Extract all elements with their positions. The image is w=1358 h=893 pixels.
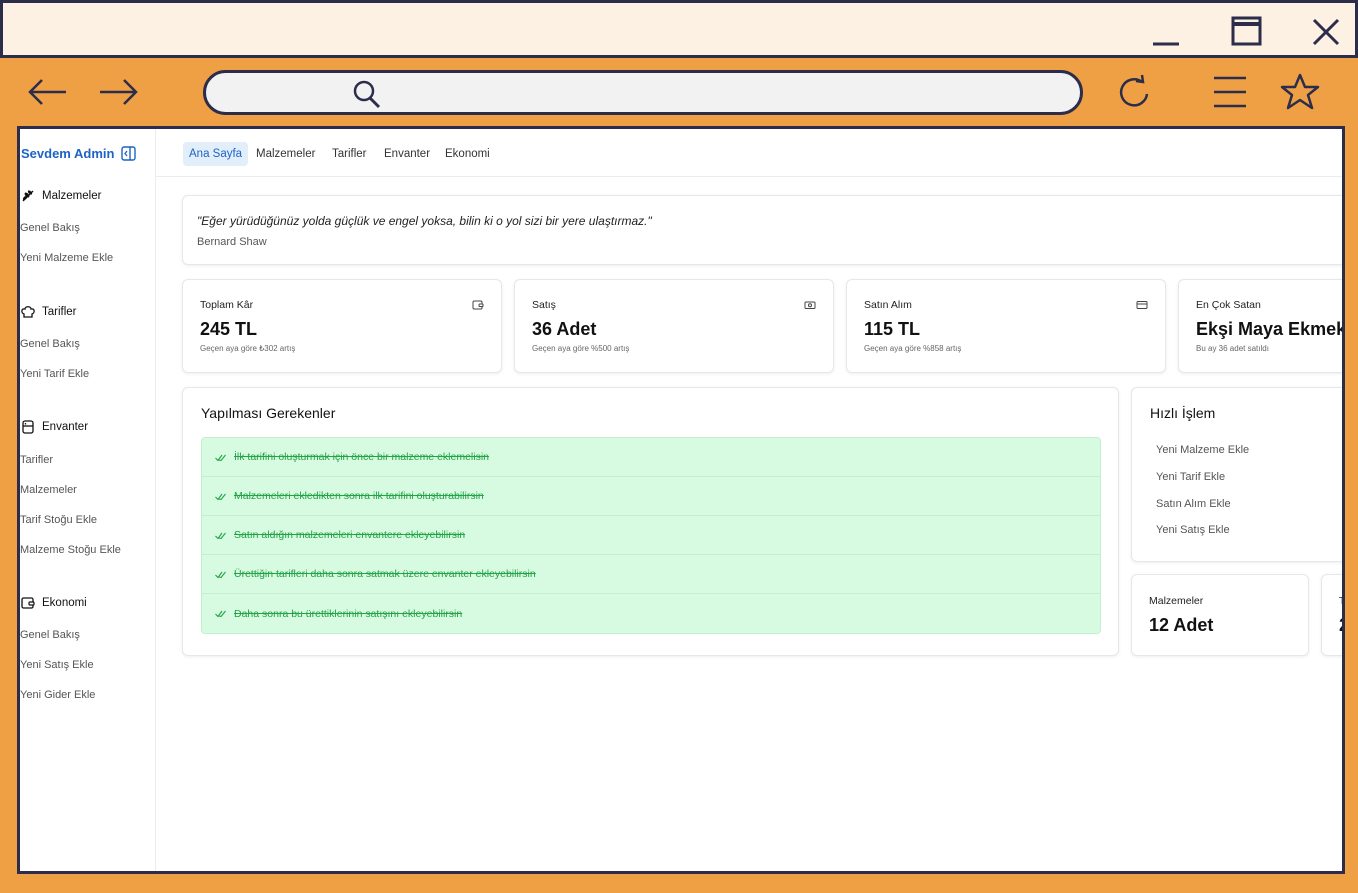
tab-envanter[interactable]: Envanter — [378, 142, 436, 166]
double-check-icon — [215, 532, 226, 539]
brand-title: Sevdem Admin — [21, 146, 115, 161]
stat-subtext: Bu ay 36 adet satıldı — [1196, 344, 1269, 353]
todo-list: İlk tarifini oluşturmak için önce bir ma… — [201, 437, 1101, 634]
sidebar-item-yeni-gider-ekle[interactable]: Yeni Gider Ekle — [20, 689, 95, 701]
mini-card-value: 2 — [1339, 615, 1342, 636]
todo-text: İlk tarifini oluşturmak için önce bir ma… — [234, 451, 490, 463]
wallet-icon — [472, 300, 484, 310]
stat-value: 245 TL — [200, 319, 258, 339]
close-icon[interactable] — [1309, 15, 1343, 49]
quote-card: "Eğer yürüdüğünüz yolda güçlük ve engel … — [182, 195, 1342, 265]
quick-link-yeni-satis-ekle[interactable]: Yeni Satış Ekle — [1156, 524, 1230, 536]
stat-value: Ekşi Maya Ekmek — [1196, 319, 1345, 339]
quick-link-yeni-malzeme-ekle[interactable]: Yeni Malzeme Ekle — [1156, 444, 1249, 456]
quick-link-yeni-tarif-ekle[interactable]: Yeni Tarif Ekle — [1156, 471, 1225, 483]
todo-title: Yapılması Gerekenler — [201, 405, 336, 421]
sidebar-section-title: Envanter — [42, 421, 89, 433]
mini-card-label: T — [1339, 595, 1345, 607]
todo-card: Yapılması Gerekenler İlk tarifini oluştu… — [182, 387, 1119, 656]
sidebar-item-tarifler-genel-bakis[interactable]: Genel Bakış — [20, 338, 80, 350]
stat-card-satin-alim: Satın Alım 115 TL Geçen aya göre %858 ar… — [846, 279, 1166, 373]
search-icon — [353, 80, 381, 109]
sidebar-section-tarifler: Tarifler — [21, 305, 77, 319]
back-arrow-icon[interactable] — [26, 72, 70, 112]
quick-actions-title: Hızlı İşlem — [1150, 405, 1216, 421]
sidebar-toggle-icon[interactable] — [121, 146, 137, 161]
todo-text: Daha sonra bu ürettiklerinin satışını ek… — [234, 607, 463, 620]
reload-icon[interactable] — [1112, 72, 1156, 112]
stat-label: Satış — [532, 299, 556, 311]
bookmark-star-icon[interactable] — [1278, 72, 1322, 112]
sidebar-item-envanter-tarifler[interactable]: Tarifler — [20, 454, 53, 466]
sidebar-section-envanter: Envanter — [21, 420, 88, 434]
todo-item[interactable]: İlk tarifini oluşturmak için önce bir ma… — [202, 438, 1100, 477]
double-check-icon — [215, 454, 226, 461]
todo-text: Satın aldığın malzemeleri envantere ekle… — [234, 529, 466, 541]
double-check-icon — [215, 571, 226, 578]
fridge-icon — [22, 420, 34, 434]
wallet-icon — [21, 597, 35, 609]
sidebar-item-ekonomi-genel-bakis[interactable]: Genel Bakış — [20, 629, 80, 641]
sidebar: Sevdem Admin Malzemeler Genel Bakış Yeni… — [20, 129, 156, 871]
stat-value: 115 TL — [864, 319, 921, 339]
quick-link-satin-alim-ekle[interactable]: Satın Alım Ekle — [1156, 498, 1231, 510]
stat-value: 36 Adet — [532, 319, 597, 339]
sidebar-section-title: Malzemeler — [42, 190, 102, 202]
stat-card-toplam-kar: Toplam Kâr 245 TL Geçen aya göre ₺302 ar… — [182, 279, 502, 373]
mini-card-label: Malzemeler — [1149, 595, 1204, 607]
todo-text: Ürettiğin tarifleri daha sonra satmak üz… — [234, 568, 536, 580]
sidebar-item-malzemeler-genel-bakis[interactable]: Genel Bakış — [20, 222, 80, 234]
sidebar-section-title: Tarifler — [42, 306, 77, 318]
brand: Sevdem Admin — [21, 146, 137, 161]
sidebar-item-tarif-stogu-ekle[interactable]: Tarif Stoğu Ekle — [20, 514, 97, 526]
sidebar-item-envanter-malzemeler[interactable]: Malzemeler — [20, 484, 77, 496]
forward-arrow-icon[interactable] — [96, 72, 140, 112]
sidebar-item-yeni-satis-ekle[interactable]: Yeni Satış Ekle — [20, 659, 94, 671]
address-bar[interactable] — [203, 70, 1083, 115]
tab-malzemeler[interactable]: Malzemeler — [250, 142, 321, 166]
double-check-icon — [215, 610, 226, 618]
window-titlebar — [0, 0, 1358, 58]
menu-icon[interactable] — [1208, 72, 1252, 112]
chef-hat-icon — [21, 306, 35, 318]
sidebar-section-ekonomi: Ekonomi — [21, 596, 87, 610]
maximize-icon[interactable] — [1229, 15, 1263, 49]
todo-text: Malzemeleri ekledikten sonra ilk tarifin… — [234, 490, 484, 502]
minimize-icon[interactable] — [1149, 15, 1183, 49]
stat-subtext: Geçen aya göre ₺302 artış — [200, 344, 296, 353]
quote-author: Bernard Shaw — [197, 236, 267, 248]
stat-card-en-cok-satan: En Çok Satan Ekşi Maya Ekmek Bu ay 36 ad… — [1178, 279, 1345, 373]
page-viewport: Sevdem Admin Malzemeler Genel Bakış Yeni… — [17, 126, 1345, 874]
top-nav: Ana Sayfa Malzemeler Tarifler Envanter E… — [156, 129, 1342, 177]
sidebar-section-title: Ekonomi — [42, 597, 87, 609]
double-check-icon — [215, 493, 226, 500]
tab-ana-sayfa[interactable]: Ana Sayfa — [183, 142, 249, 166]
stat-label: En Çok Satan — [1196, 299, 1261, 311]
stat-label: Toplam Kâr — [200, 299, 254, 311]
stat-label: Satın Alım — [864, 299, 912, 311]
mini-card-value: 12 Adet — [1149, 615, 1214, 635]
quote-text: "Eğer yürüdüğünüz yolda güçlük ve engel … — [197, 214, 652, 228]
todo-item[interactable]: Malzemeleri ekledikten sonra ilk tarifin… — [202, 477, 1100, 516]
todo-item[interactable]: Ürettiğin tarifleri daha sonra satmak üz… — [202, 555, 1100, 594]
sidebar-item-yeni-malzeme-ekle[interactable]: Yeni Malzeme Ekle — [20, 252, 113, 264]
mini-card-malzemeler: Malzemeler 12 Adet — [1131, 574, 1309, 656]
sidebar-section-malzemeler: Malzemeler — [21, 189, 101, 203]
stat-subtext: Geçen aya göre %500 artış — [532, 344, 630, 353]
todo-item[interactable]: Daha sonra bu ürettiklerinin satışını ek… — [202, 594, 1100, 633]
todo-item[interactable]: Satın aldığın malzemeleri envantere ekle… — [202, 516, 1100, 555]
stat-card-satis: Satış 36 Adet Geçen aya göre %500 artış — [514, 279, 834, 373]
url-input[interactable] — [396, 81, 1056, 105]
tab-ekonomi[interactable]: Ekonomi — [439, 142, 496, 166]
sidebar-item-yeni-tarif-ekle[interactable]: Yeni Tarif Ekle — [20, 368, 89, 380]
stat-subtext: Geçen aya göre %858 artış — [864, 344, 962, 353]
mini-card-tarifler: T 2 — [1321, 574, 1345, 656]
credit-card-icon — [1136, 301, 1148, 309]
cash-icon — [804, 301, 816, 309]
sidebar-item-malzeme-stogu-ekle[interactable]: Malzeme Stoğu Ekle — [20, 544, 121, 556]
wheat-icon — [22, 190, 34, 202]
quick-actions-card: Hızlı İşlem Yeni Malzeme Ekle Yeni Tarif… — [1131, 387, 1342, 562]
tab-tarifler[interactable]: Tarifler — [326, 142, 373, 166]
